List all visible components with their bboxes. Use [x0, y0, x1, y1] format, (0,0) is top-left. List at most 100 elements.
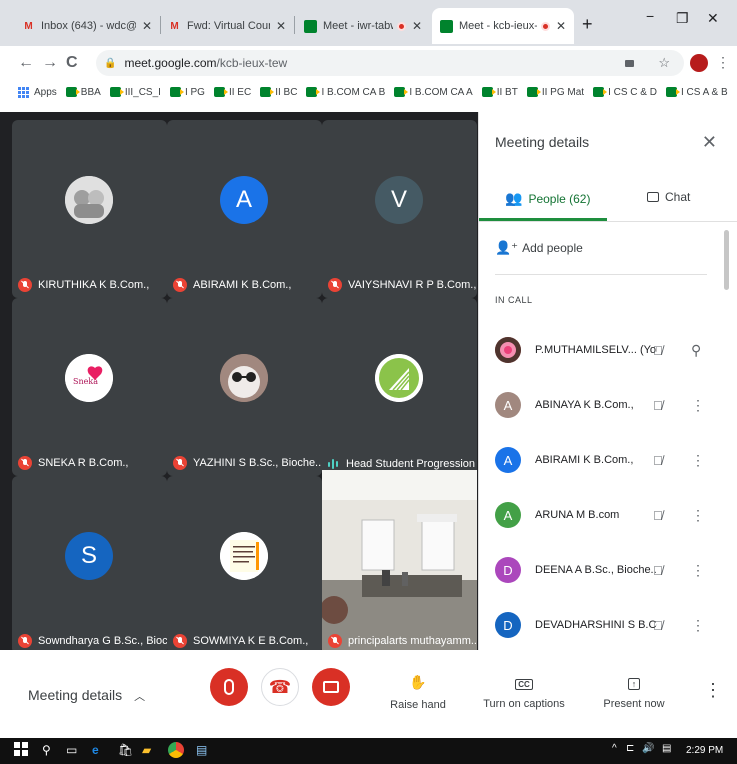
participant-video-tile[interactable]: principalarts muthayamm... [322, 470, 477, 654]
forward-icon[interactable]: → [42, 46, 58, 80]
mic-off-icon [173, 634, 187, 648]
more-options-icon[interactable]: ⋮ [691, 562, 705, 579]
volume-icon[interactable]: 🔊 [642, 743, 654, 754]
tab-chat[interactable]: Chat [647, 190, 690, 204]
scrollbar[interactable] [724, 230, 729, 290]
participant-tile[interactable]: SOWMIYA K E B.Com., [167, 476, 322, 654]
participant-tile[interactable]: Head Student Progression [322, 298, 477, 476]
bookmark-apps[interactable]: Apps [18, 86, 57, 98]
store-icon[interactable]: 🛍 [118, 743, 133, 757]
back-icon[interactable]: ← [18, 46, 34, 80]
more-options-icon[interactable]: ⋮ [691, 452, 705, 469]
list-item[interactable]: D DEVADHARSHINI S B.Co... 🎙̸ ⋮ [495, 605, 725, 645]
meet-icon [440, 19, 453, 33]
tab-meet-kcb[interactable]: Meet - kcb-ieux-tew ✕ [432, 8, 574, 44]
camera-icon[interactable] [625, 59, 634, 67]
meet-icon [665, 87, 680, 97]
more-options-icon[interactable]: ⋮ [704, 680, 722, 701]
close-panel-icon[interactable]: ✕ [702, 132, 717, 153]
star-icon[interactable]: ☆ [658, 55, 670, 71]
mic-off-icon[interactable]: 🎙̸ [653, 618, 663, 633]
captions-button[interactable]: CC Turn on captions [482, 674, 566, 710]
bookmark-ii-ec[interactable]: II EC [213, 87, 251, 98]
avatar: A [495, 447, 521, 473]
avatar: D [495, 557, 521, 583]
mic-off-icon[interactable]: 🎙̸ [653, 398, 663, 413]
kebab-menu-icon[interactable]: ⋮ [716, 54, 730, 71]
tab-people[interactable]: 👥 People (62) [505, 190, 590, 207]
profile-avatar[interactable] [690, 54, 708, 72]
bookmark-ii-bc[interactable]: II BC [260, 87, 297, 98]
participant-tile[interactable]: A ABIRAMI K B.Com., [167, 120, 322, 298]
participant-tile[interactable]: KIRUTHIKA K B.Com., [12, 120, 167, 298]
participant-tile[interactable]: V VAIYSHNAVI R P B.Com., [322, 120, 477, 298]
notification-icon[interactable]: ▤ [662, 743, 671, 754]
restore-icon[interactable]: ❐ [676, 10, 689, 27]
bookmark-cs-ab[interactable]: I CS A & B [665, 87, 728, 98]
bookmark-ii-bt[interactable]: II BT [481, 87, 518, 98]
bookmark-i-pg[interactable]: I PG [169, 87, 205, 98]
camera-toggle-button[interactable] [312, 668, 350, 706]
bookmark-bba[interactable]: BBA [65, 87, 101, 98]
mic-off-icon[interactable]: 🎙̸ [653, 343, 663, 358]
participant-tile[interactable]: S Sowndharya G B.Sc., Bioc... [12, 476, 167, 654]
mic-off-icon [328, 634, 342, 648]
search-icon[interactable]: ⚲ [42, 743, 51, 757]
list-item[interactable]: P.MUTHAMILSELV... (You) 🎙̸ ⚲ [495, 330, 725, 370]
tab-fwd-counseling[interactable]: M Fwd: Virtual Counseling S ✕ [160, 8, 294, 44]
close-tab-icon[interactable]: ✕ [276, 19, 286, 33]
list-item[interactable]: A ARUNA M B.com 🎙̸ ⋮ [495, 495, 725, 535]
avatar: V [375, 176, 423, 224]
edge-icon[interactable]: e [92, 743, 99, 757]
tab-meet-iwr[interactable]: Meet - iwr-tabw-pfe ✕ [296, 8, 430, 44]
bookmark-cs-cd[interactable]: I CS C & D [593, 87, 657, 98]
list-item[interactable]: A ABINAYA K B.Com., 🎙̸ ⋮ [495, 385, 725, 425]
bookmark-bcom-ca-b[interactable]: I B.COM CA B [306, 87, 385, 98]
list-item[interactable]: A ABIRAMI K B.Com., 🎙̸ ⋮ [495, 440, 725, 480]
more-options-icon[interactable]: ⋮ [691, 617, 705, 634]
new-tab-button[interactable]: + [582, 14, 593, 35]
meeting-details-panel: Meeting details ✕ 👥 People (62) Chat 👤⁺ … [478, 112, 737, 650]
reload-icon[interactable]: C [66, 46, 78, 80]
bookmark-ii-pg-mat[interactable]: II PG Mat [526, 87, 584, 98]
mic-off-icon[interactable]: 🎙̸ [653, 563, 663, 578]
clock[interactable]: 2:29 PM [686, 745, 723, 756]
windows-start-icon[interactable] [14, 742, 28, 759]
participant-tile[interactable]: YAZHINI S B.Sc., Bioche... [167, 298, 322, 476]
pin-icon[interactable]: ⚲ [691, 342, 701, 359]
meet-icon [213, 87, 228, 97]
svg-text:Sneka: Sneka [73, 377, 98, 386]
raise-hand-button[interactable]: ✋ Raise hand [388, 674, 448, 711]
gmail-icon: M [24, 20, 33, 32]
chevron-up-icon[interactable]: ^ [612, 743, 617, 754]
close-tab-icon[interactable]: ✕ [142, 19, 152, 33]
participant-tile[interactable]: Sneka SNEKA R B.Com., [12, 298, 167, 476]
mic-off-icon[interactable]: 🎙̸ [653, 453, 663, 468]
present-now-button[interactable]: ↑ Present now [600, 674, 668, 710]
file-explorer-icon[interactable]: ▰ [142, 743, 151, 757]
more-options-icon[interactable]: ⋮ [691, 397, 705, 414]
app-icon[interactable]: ▤ [196, 743, 207, 757]
close-tab-icon[interactable]: ✕ [412, 19, 422, 33]
network-icon[interactable]: ⊏ [626, 743, 634, 754]
mic-off-icon [173, 278, 187, 292]
apps-grid-icon [18, 86, 29, 98]
leave-call-button[interactable]: ☎ [261, 668, 299, 706]
minimize-icon[interactable]: − [646, 8, 654, 24]
close-window-icon[interactable]: ✕ [707, 10, 719, 27]
list-item[interactable]: D DEENA A B.Sc., Bioche... 🎙̸ ⋮ [495, 550, 725, 590]
tab-inbox[interactable]: M Inbox (643) - wdc@muth ✕ [14, 8, 160, 44]
task-view-icon[interactable]: ▭ [66, 743, 77, 757]
bookmark-bcom-ca-a[interactable]: I B.COM CA A [394, 87, 473, 98]
mic-off-icon[interactable]: 🎙̸ [653, 508, 663, 523]
bookmark-iii-cs[interactable]: III_CS_I [109, 87, 161, 98]
participant-name: DEVADHARSHINI S B.Co... [535, 619, 657, 631]
meeting-details-button[interactable]: Meeting details ︿ [28, 687, 145, 704]
present-icon: ↑ [600, 674, 668, 690]
more-options-icon[interactable]: ⋮ [691, 507, 705, 524]
chrome-icon[interactable] [168, 742, 184, 758]
close-tab-icon[interactable]: ✕ [556, 19, 566, 33]
mic-toggle-button[interactable] [210, 668, 248, 706]
url-field[interactable]: 🔒 meet.google.com/kcb-ieux-tew ☆ [96, 50, 684, 76]
add-people-button[interactable]: 👤⁺ Add people [495, 240, 583, 256]
